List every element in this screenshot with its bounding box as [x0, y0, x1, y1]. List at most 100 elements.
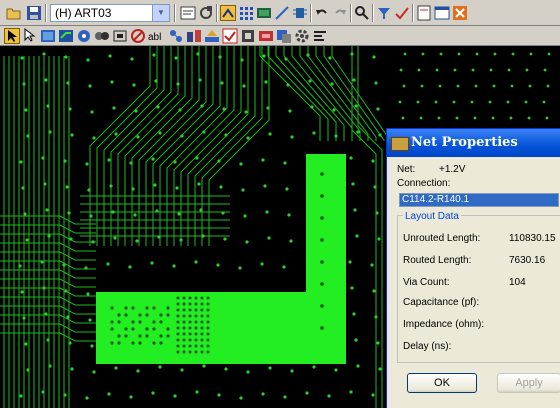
- via: [370, 263, 374, 267]
- layer-icon[interactable]: [256, 5, 272, 21]
- via: [176, 302, 180, 306]
- exit-icon[interactable]: [452, 5, 468, 21]
- via: [194, 314, 198, 318]
- via: [179, 238, 183, 242]
- via: [200, 314, 204, 318]
- via: [182, 296, 186, 300]
- via: [200, 308, 204, 312]
- components-icon[interactable]: [186, 28, 202, 44]
- open-folder-icon[interactable]: [6, 5, 22, 21]
- via: [68, 107, 72, 111]
- via: [354, 338, 358, 342]
- chevron-down-icon[interactable]: ▼: [152, 5, 169, 21]
- via: [133, 213, 137, 217]
- via: [290, 135, 294, 139]
- plane-icon[interactable]: [276, 28, 292, 44]
- via: [176, 314, 180, 318]
- copper-icon[interactable]: [112, 28, 128, 44]
- via: [206, 344, 210, 348]
- via: [350, 52, 354, 56]
- via: [206, 296, 210, 300]
- via: [131, 341, 135, 345]
- via: [176, 296, 180, 300]
- via: [200, 104, 204, 108]
- via: [420, 84, 424, 88]
- pins-icon[interactable]: [292, 5, 308, 21]
- via: [152, 320, 156, 324]
- via: [378, 367, 382, 371]
- report-icon[interactable]: [416, 5, 432, 21]
- via: [437, 116, 441, 120]
- via: [489, 68, 493, 72]
- via: [159, 341, 163, 345]
- route-mode-icon[interactable]: [220, 5, 236, 21]
- connection-list[interactable]: C114.2-R140.1: [399, 193, 559, 207]
- via: [528, 84, 532, 88]
- undo-icon[interactable]: [314, 5, 330, 21]
- via: [182, 326, 186, 330]
- dialog-titlebar[interactable]: Net Properties: [387, 129, 560, 157]
- via: [188, 338, 192, 342]
- redo-icon[interactable]: [332, 5, 348, 21]
- save-disk-icon[interactable]: [26, 5, 42, 21]
- via: [200, 344, 204, 348]
- via: [491, 116, 495, 120]
- zoom-icon[interactable]: [354, 5, 370, 21]
- via: [166, 313, 170, 317]
- via: [174, 56, 178, 60]
- via: [24, 342, 28, 346]
- via: [328, 56, 332, 60]
- via: [434, 100, 438, 104]
- via: [113, 236, 117, 240]
- via: [194, 308, 198, 312]
- no-icon[interactable]: [130, 28, 146, 44]
- text-icon[interactable]: abl: [148, 28, 166, 44]
- drc-icon[interactable]: [222, 28, 238, 44]
- via: [310, 105, 314, 109]
- via: [188, 326, 192, 330]
- via: [353, 208, 357, 212]
- toolbar-separator: [45, 4, 47, 22]
- drill-icon[interactable]: [94, 28, 110, 44]
- properties-icon[interactable]: [180, 5, 196, 21]
- menu-icon[interactable]: [312, 28, 328, 44]
- via: [88, 318, 92, 322]
- ok-button[interactable]: OK: [407, 373, 477, 393]
- via: [246, 136, 250, 140]
- pour-icon[interactable]: [258, 28, 274, 44]
- trace: [331, 46, 393, 145]
- via: [159, 320, 163, 324]
- filter-icon[interactable]: [376, 5, 392, 21]
- check-icon[interactable]: [394, 5, 410, 21]
- via: [371, 159, 375, 163]
- apply-button[interactable]: Apply: [497, 373, 560, 393]
- dimension-icon[interactable]: [240, 28, 256, 44]
- design-arrow-icon[interactable]: [22, 27, 38, 44]
- copper-pour-vertical[interactable]: [306, 154, 346, 364]
- grid-icon[interactable]: [238, 5, 254, 21]
- via: [378, 133, 382, 137]
- via: [507, 68, 511, 72]
- via: [194, 296, 198, 300]
- route-line-icon[interactable]: [274, 5, 290, 21]
- select-arrow-icon[interactable]: [4, 28, 20, 44]
- via: [22, 82, 26, 86]
- trace-icon[interactable]: [58, 28, 74, 44]
- via: [180, 368, 184, 372]
- via: [305, 391, 309, 395]
- connection-item[interactable]: C114.2-R140.1: [400, 194, 558, 206]
- refresh-icon[interactable]: [198, 5, 214, 21]
- via: [312, 131, 316, 135]
- settings-icon[interactable]: [294, 28, 310, 44]
- window-icon[interactable]: [434, 5, 450, 21]
- via: [153, 183, 157, 187]
- netlist-icon[interactable]: [168, 28, 184, 44]
- via: [200, 320, 204, 324]
- layer-select[interactable]: (H) ART03 ▼: [50, 4, 170, 22]
- via: [188, 314, 192, 318]
- board-icon[interactable]: [40, 28, 56, 44]
- unrouted-length-value: 110830.15: [509, 233, 556, 244]
- via-icon[interactable]: [76, 28, 92, 44]
- capacitance-label: Capacitance (pf):: [403, 297, 480, 308]
- highlight-icon[interactable]: [204, 28, 220, 44]
